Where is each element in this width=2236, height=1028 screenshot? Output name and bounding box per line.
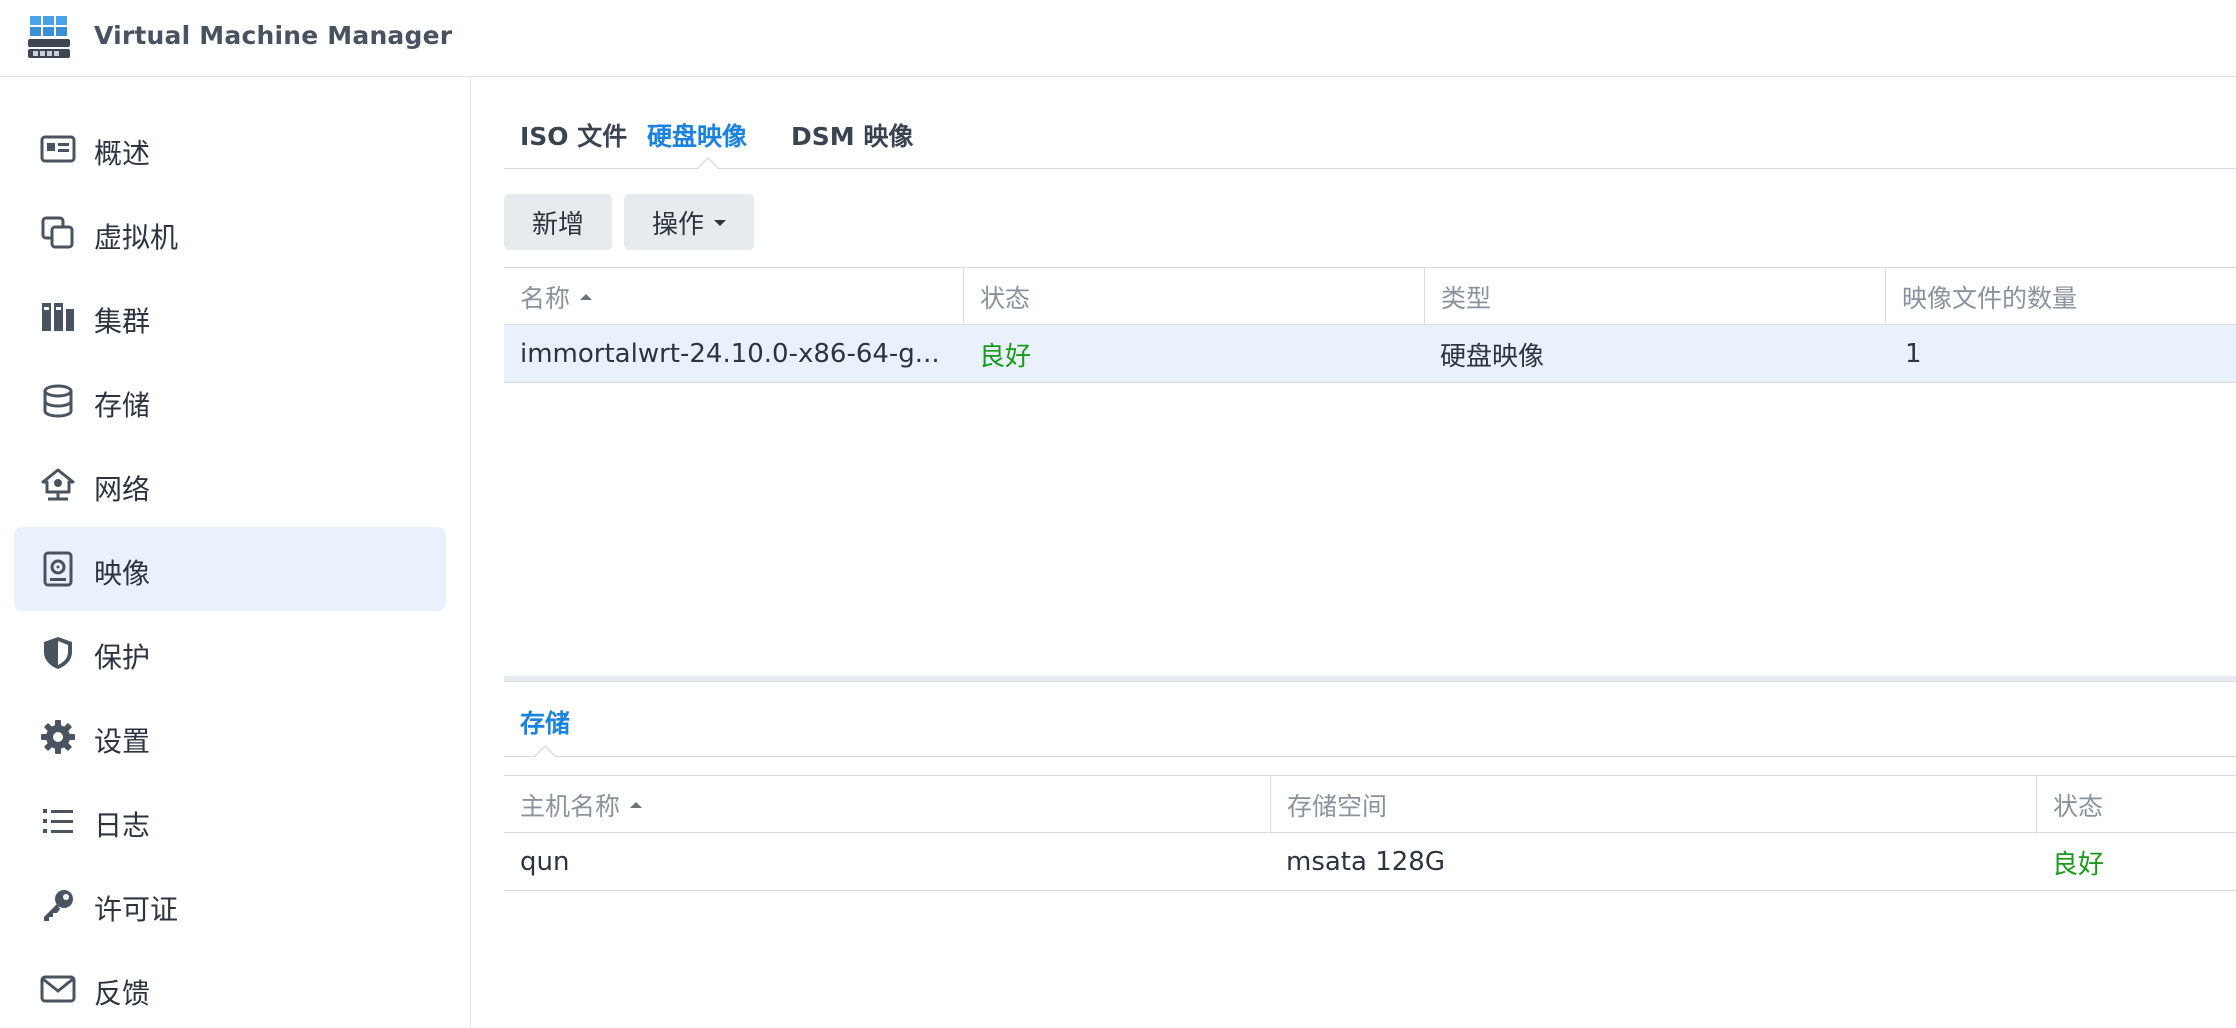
cell-status: 良好 bbox=[979, 341, 1032, 372]
active-tab-caret bbox=[697, 157, 719, 169]
sidebar-item-label: 存储 bbox=[94, 389, 151, 422]
gear-icon bbox=[41, 720, 75, 754]
sidebar-item-settings[interactable]: 设置 bbox=[14, 695, 446, 779]
sidebar-item-virtual-machine[interactable]: 虚拟机 bbox=[14, 191, 446, 275]
sidebar-item-label: 反馈 bbox=[94, 977, 151, 1010]
sidebar-item-label: 网络 bbox=[94, 473, 151, 506]
sidebar-item-label: 日志 bbox=[94, 809, 151, 842]
tab-dsm-image[interactable]: DSM 映像 bbox=[791, 117, 913, 153]
chevron-down-icon bbox=[714, 220, 727, 226]
column-header-status[interactable]: 状态 bbox=[963, 268, 1424, 326]
image-icon bbox=[43, 551, 73, 587]
detail-tab-bar: 存储 bbox=[504, 682, 2236, 757]
cell-name: immortalwrt-24.10.0-x86-64-g... bbox=[520, 339, 940, 369]
table-row[interactable]: immortalwrt-24.10.0-x86-64-g... 良好 硬盘映像 … bbox=[504, 325, 2236, 383]
sidebar-item-label: 虚拟机 bbox=[94, 221, 179, 254]
table-header: 名称 状态 类型 映像文件的数量 bbox=[504, 267, 2236, 326]
sidebar-item-label: 保护 bbox=[94, 641, 151, 674]
sidebar-item-license[interactable]: 许可证 bbox=[14, 863, 446, 947]
sidebar-item-label: 集群 bbox=[94, 305, 151, 338]
cell-file-count: 1 bbox=[1905, 339, 1922, 369]
tab-iso-file[interactable]: ISO 文件 bbox=[520, 117, 627, 153]
sort-ascending-icon bbox=[580, 294, 593, 300]
sidebar-item-storage[interactable]: 存储 bbox=[14, 359, 446, 443]
main-panel: ISO 文件 硬盘映像 DSM 映像 新增 操作 名称 状态 类型 映像文件的数… bbox=[472, 77, 2236, 1028]
action-button-label: 操作 bbox=[652, 209, 705, 240]
title-bar: Virtual Machine Manager bbox=[0, 0, 2236, 77]
sidebar-item-overview[interactable]: 概述 bbox=[14, 107, 446, 191]
column-header-name[interactable]: 名称 bbox=[504, 268, 963, 326]
sidebar-item-label: 映像 bbox=[94, 557, 151, 590]
tab-storage[interactable]: 存储 bbox=[520, 704, 570, 740]
table-row[interactable]: qun msata 128G 良好 bbox=[504, 833, 2236, 891]
tab-bar: ISO 文件 硬盘映像 DSM 映像 bbox=[504, 77, 2236, 169]
sort-ascending-icon bbox=[630, 802, 643, 808]
cell-type: 硬盘映像 bbox=[1440, 341, 1545, 372]
cell-volume: msata 128G bbox=[1286, 847, 1445, 877]
sidebar-item-cluster[interactable]: 集群 bbox=[14, 275, 446, 359]
cell-status: 良好 bbox=[2052, 849, 2105, 880]
vmm-logo-icon bbox=[28, 16, 70, 58]
list-icon bbox=[43, 809, 73, 833]
cluster-icon bbox=[42, 303, 74, 331]
column-header-status[interactable]: 状态 bbox=[2036, 776, 2236, 834]
sidebar-item-label: 设置 bbox=[94, 725, 151, 758]
column-header-file-count[interactable]: 映像文件的数量 bbox=[1885, 268, 2236, 326]
image-table: 名称 状态 类型 映像文件的数量 immortalwrt-24.10.0-x86… bbox=[504, 267, 2236, 677]
overview-icon bbox=[40, 135, 76, 163]
sidebar-item-feedback[interactable]: 反馈 bbox=[14, 947, 446, 1028]
sidebar-item-label: 许可证 bbox=[94, 893, 179, 926]
sidebar-item-protection[interactable]: 保护 bbox=[14, 611, 446, 695]
table-header: 主机名称 存储空间 状态 bbox=[504, 775, 2236, 834]
shield-icon bbox=[44, 637, 72, 669]
cell-host-name: qun bbox=[520, 847, 570, 877]
column-header-host-name[interactable]: 主机名称 bbox=[504, 776, 1270, 834]
sidebar-item-label: 概述 bbox=[94, 137, 151, 170]
storage-icon bbox=[43, 384, 73, 418]
virtual-machine-icon bbox=[41, 216, 74, 249]
column-header-type[interactable]: 类型 bbox=[1424, 268, 1885, 326]
sidebar-item-network[interactable]: 网络 bbox=[14, 443, 446, 527]
key-icon bbox=[44, 890, 73, 921]
sidebar-item-image[interactable]: 映像 bbox=[14, 527, 446, 611]
add-button-label: 新增 bbox=[532, 209, 585, 240]
mail-icon bbox=[40, 975, 76, 1003]
action-dropdown-button[interactable]: 操作 bbox=[624, 194, 755, 250]
app-title: Virtual Machine Manager bbox=[94, 21, 453, 50]
sidebar-item-log[interactable]: 日志 bbox=[14, 779, 446, 863]
tab-disk-image[interactable]: 硬盘映像 bbox=[647, 117, 747, 153]
sidebar: 概述 虚拟机 集群 存储 网络 映像 保护 设置 日志 许可证 反馈 bbox=[0, 77, 471, 1028]
add-button[interactable]: 新增 bbox=[504, 194, 613, 250]
column-header-volume[interactable]: 存储空间 bbox=[1270, 776, 2036, 834]
active-tab-caret bbox=[534, 745, 556, 757]
network-icon bbox=[41, 468, 75, 501]
storage-table: 主机名称 存储空间 状态 qun msata 128G 良好 bbox=[504, 775, 2236, 975]
